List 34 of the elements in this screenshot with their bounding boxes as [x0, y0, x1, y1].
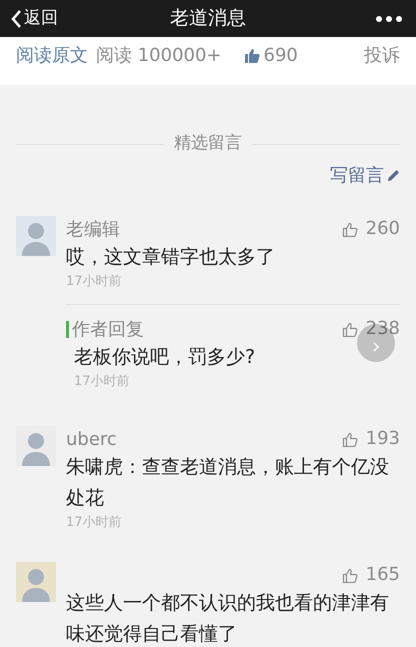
- comment-time: 17小时前: [66, 273, 123, 291]
- comment-time: 17小时前: [73, 373, 131, 391]
- thumbs-up-icon[interactable]: [342, 222, 358, 236]
- back-button[interactable]: 返回: [10, 6, 58, 32]
- thumbs-up-icon[interactable]: [244, 48, 260, 63]
- page-title: 老道消息: [170, 6, 246, 32]
- read-count: 阅读 100000+: [96, 44, 222, 68]
- comment-text: 哎，这文章错字也太多了: [66, 245, 275, 270]
- author-reply-label: 作者回复: [72, 318, 144, 342]
- back-chevron-icon: [10, 8, 22, 28]
- pencil-icon: [387, 168, 400, 182]
- comment-text: 这些人一个都不认识的我也看的津津有味还觉得自己看懂了: [66, 591, 390, 647]
- write-comment-link[interactable]: 写留言: [330, 163, 400, 187]
- comment-text: 老板你说吧，罚多少?: [73, 345, 256, 370]
- thumbs-up-icon[interactable]: [342, 432, 358, 446]
- avatar[interactable]: [16, 562, 56, 602]
- chevron-right-icon: [372, 342, 380, 352]
- thumbs-up-icon[interactable]: [342, 322, 358, 336]
- thumbs-up-icon[interactable]: [342, 568, 358, 582]
- avatar[interactable]: [16, 216, 56, 256]
- like-count: 238: [366, 319, 400, 339]
- like-count: 193: [366, 429, 400, 449]
- comment-time: 17小时前: [66, 514, 123, 532]
- like-count: 165: [366, 565, 400, 585]
- comment-text: 朱啸虎：查查老道消息，账上有个亿没处花: [66, 455, 390, 511]
- user-name: 老编辑: [66, 218, 120, 242]
- like-count: 690: [264, 44, 298, 68]
- more-icon[interactable]: [376, 16, 402, 22]
- like-count: 260: [366, 219, 400, 239]
- section-title: 精选留言: [174, 132, 242, 156]
- avatar[interactable]: [16, 426, 56, 466]
- user-name: uberc: [66, 428, 117, 452]
- read-original-link[interactable]: 阅读原文: [16, 42, 88, 69]
- report-link[interactable]: 投诉: [364, 42, 400, 69]
